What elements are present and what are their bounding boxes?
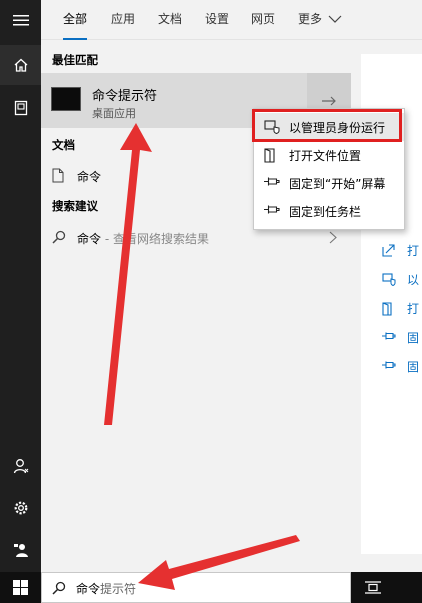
detail-action-label: 打 — [407, 244, 420, 258]
search-suggestions-heading: 搜索建议 — [52, 199, 98, 213]
search-typed-text: 命令 — [76, 582, 101, 596]
taskbar: 命令提示符 — [0, 572, 422, 603]
document-item-label: 命令 — [77, 170, 102, 184]
account-button[interactable] — [0, 446, 41, 486]
menu-item-run-as-admin[interactable]: 以管理员身份运行 — [254, 113, 404, 141]
detail-action-open[interactable]: 打 — [371, 240, 421, 262]
detail-action-label: 以 — [407, 273, 420, 287]
open-icon — [382, 244, 395, 257]
documents-button[interactable] — [0, 88, 41, 128]
menu-item-open-file-location[interactable]: 打开文件位置 — [254, 141, 404, 169]
windows-logo-icon — [13, 580, 28, 595]
settings-button[interactable] — [0, 488, 41, 528]
feedback-button[interactable] — [0, 530, 41, 570]
suggestion-query: 命令 — [77, 232, 102, 246]
tab-more-label: 更多 — [298, 12, 323, 26]
detail-action-open-location[interactable]: 打 — [371, 298, 421, 320]
tab-apps[interactable]: 应用 — [111, 0, 135, 40]
menu-item-pin-to-taskbar[interactable]: 固定到任务栏 — [254, 197, 404, 225]
search-scope-tabs: 全部 应用 文档 设置 网页 更多 — [41, 0, 422, 40]
pin-icon — [382, 332, 396, 340]
home-button[interactable] — [0, 45, 41, 85]
context-menu: 以管理员身份运行 打开文件位置 固定到“开始”屏幕 固定到任务栏 — [253, 108, 405, 230]
detail-action-run-as-admin[interactable]: 以 — [371, 269, 421, 291]
hamburger-icon — [12, 15, 29, 26]
chevron-right-icon — [329, 231, 337, 244]
search-icon — [52, 581, 66, 595]
menu-item-label: 固定到任务栏 — [289, 205, 362, 219]
suggestion-subtext: - 查看网络搜索结果 — [101, 232, 209, 246]
suggestion-item-label: 命令 - 查看网络搜索结果 — [77, 230, 209, 247]
expand-menu-button[interactable] — [0, 0, 41, 40]
pin-icon — [264, 177, 280, 186]
folder-open-icon — [264, 148, 275, 163]
taskbar-search-input[interactable]: 命令提示符 — [41, 572, 351, 603]
task-view-button[interactable] — [351, 572, 395, 603]
folder-open-icon — [382, 302, 392, 316]
gear-icon — [14, 501, 27, 515]
shield-run-icon — [382, 273, 396, 286]
menu-item-pin-to-start[interactable]: 固定到“开始”屏幕 — [254, 169, 404, 197]
search-autocomplete-text: 提示符 — [100, 582, 137, 596]
feedback-person-icon — [13, 544, 28, 557]
task-view-icon — [365, 581, 381, 594]
search-query-text: 命令提示符 — [76, 580, 136, 597]
pin-icon — [264, 205, 280, 214]
detail-action-label: 固 — [407, 331, 420, 345]
detail-action-pin-start[interactable]: 固 — [371, 327, 421, 349]
arrow-right-icon — [322, 96, 336, 105]
start-left-rail — [0, 0, 41, 572]
command-prompt-app-icon — [51, 87, 81, 111]
pin-icon — [382, 361, 396, 369]
detail-action-label: 固 — [407, 360, 420, 374]
documents-heading: 文档 — [52, 138, 75, 152]
menu-item-label: 固定到“开始”屏幕 — [289, 177, 386, 191]
best-match-name: 命令提示符 — [92, 89, 158, 104]
file-icon — [52, 168, 64, 183]
shield-run-icon — [264, 120, 280, 134]
tab-settings[interactable]: 设置 — [205, 0, 229, 40]
tab-documents[interactable]: 文档 — [158, 0, 182, 40]
chevron-down-icon — [328, 15, 342, 23]
tab-more[interactable]: 更多 — [298, 0, 342, 40]
document-icon — [14, 100, 27, 116]
detail-action-pin-taskbar[interactable]: 固 — [371, 356, 421, 378]
start-button[interactable] — [0, 572, 41, 603]
user-icon — [13, 459, 28, 474]
menu-item-label: 以管理员身份运行 — [289, 121, 386, 135]
tab-web[interactable]: 网页 — [251, 0, 275, 40]
best-match-subtitle: 桌面应用 — [92, 107, 136, 120]
tab-all[interactable]: 全部 — [63, 0, 88, 40]
home-icon — [14, 58, 27, 72]
best-match-heading: 最佳匹配 — [52, 53, 98, 67]
detail-action-label: 打 — [407, 302, 420, 316]
search-icon — [52, 230, 66, 244]
menu-item-label: 打开文件位置 — [289, 149, 362, 163]
